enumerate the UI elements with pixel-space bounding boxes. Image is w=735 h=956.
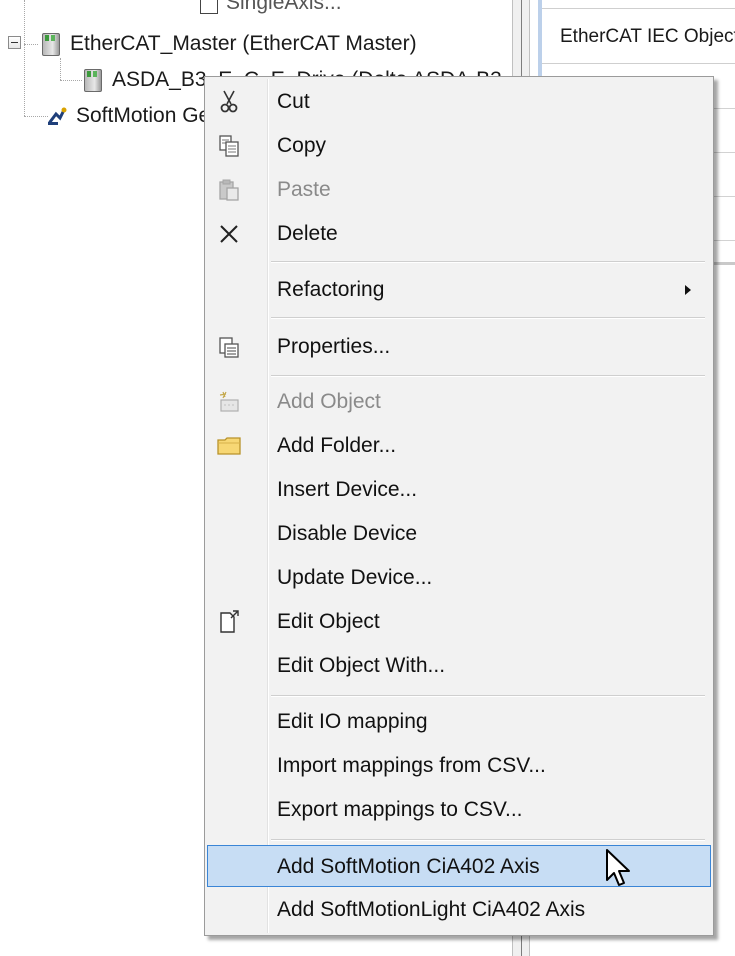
scissors-icon <box>215 88 243 116</box>
menu-separator <box>271 261 705 263</box>
menu-item-edit-io-mapping[interactable]: Edit IO mapping <box>207 701 711 743</box>
add-object-icon <box>215 388 243 416</box>
menu-item-label: Add Folder... <box>277 434 397 457</box>
menu-separator <box>271 695 705 697</box>
tree-item-ethercat-master[interactable]: EtherCAT_Master (EtherCAT Master) <box>40 28 417 60</box>
menu-item-insert-device[interactable]: Insert Device... <box>207 469 711 511</box>
menu-item-add-folder[interactable]: Add Folder... <box>207 425 711 467</box>
menu-item-add-softmotionlight-cia402-axis[interactable]: Add SoftMotionLight CiA402 Axis <box>207 889 711 931</box>
menu-item-add-object[interactable]: Add Object <box>207 381 711 423</box>
tree-item-partial[interactable]: SingleAxis... <box>200 0 342 16</box>
menu-item-cut[interactable]: Cut <box>207 81 711 123</box>
collapse-icon[interactable] <box>8 36 21 49</box>
tree-connector <box>24 44 38 45</box>
mouse-cursor-icon <box>604 848 634 890</box>
tree-item-label: EtherCAT_Master (EtherCAT Master) <box>70 32 417 55</box>
menu-item-label: Add SoftMotion CiA402 Axis <box>277 855 540 878</box>
menu-separator <box>271 375 705 377</box>
menu-item-label: Add SoftMotionLight CiA402 Axis <box>277 898 586 921</box>
menu-item-label: Edit Object With... <box>277 654 446 677</box>
menu-item-delete[interactable]: Delete <box>207 213 711 255</box>
menu-item-label: Properties... <box>277 335 391 358</box>
menu-item-label: Copy <box>277 134 327 157</box>
edit-object-icon <box>215 608 243 636</box>
tree-connector <box>24 0 25 116</box>
menu-item-label: Cut <box>277 90 310 113</box>
submenu-arrow-icon <box>685 285 691 295</box>
menu-item-edit-object[interactable]: Edit Object <box>207 601 711 643</box>
tree-connector <box>60 80 82 81</box>
folder-icon <box>215 432 243 460</box>
menu-item-disable-device[interactable]: Disable Device <box>207 513 711 555</box>
menu-item-copy[interactable]: Copy <box>207 125 711 167</box>
menu-item-refactoring[interactable]: Refactoring <box>207 269 711 311</box>
paste-icon <box>215 176 243 204</box>
menu-item-properties[interactable]: Properties... <box>207 326 711 368</box>
menu-item-label: Disable Device <box>277 522 418 545</box>
properties-icon <box>215 333 243 361</box>
device-icon <box>40 32 62 56</box>
menu-item-label: Edit Object <box>277 610 380 633</box>
menu-item-label: Update Device... <box>277 566 433 589</box>
softmotion-icon <box>46 104 68 128</box>
menu-item-label: Paste <box>277 178 331 201</box>
copy-icon <box>215 132 243 160</box>
menu-item-label: Edit IO mapping <box>277 710 428 733</box>
menu-item-update-device[interactable]: Update Device... <box>207 557 711 599</box>
menu-separator <box>271 839 705 841</box>
menu-item-export-mappings[interactable]: Export mappings to CSV... <box>207 789 711 831</box>
device-icon <box>82 68 104 92</box>
menu-item-label: Delete <box>277 222 338 245</box>
menu-item-import-mappings[interactable]: Import mappings from CSV... <box>207 745 711 787</box>
menu-item-edit-object-with[interactable]: Edit Object With... <box>207 645 711 687</box>
screen: SingleAxis... EtherCAT_Master (EtherCAT … <box>0 0 735 956</box>
context-menu: Cut Copy Paste Delete Refactoring Proper… <box>204 76 714 936</box>
checkbox-icon <box>200 0 218 14</box>
menu-item-label: Add Object <box>277 390 381 413</box>
menu-item-add-softmotion-cia402-axis[interactable]: Add SoftMotion CiA402 Axis <box>207 845 711 887</box>
menu-separator <box>271 317 705 319</box>
tree-connector <box>24 116 48 117</box>
menu-item-label: Refactoring <box>277 278 385 301</box>
tab-ethercat-iec-objects[interactable]: EtherCAT IEC Objects <box>542 8 735 64</box>
delete-icon <box>215 220 243 248</box>
menu-item-label: Import mappings from CSV... <box>277 754 546 777</box>
tree-item-label: SingleAxis... <box>226 0 342 14</box>
tree-connector <box>60 58 61 80</box>
menu-item-paste[interactable]: Paste <box>207 169 711 211</box>
menu-item-label: Insert Device... <box>277 478 418 501</box>
menu-item-label: Export mappings to CSV... <box>277 798 523 821</box>
